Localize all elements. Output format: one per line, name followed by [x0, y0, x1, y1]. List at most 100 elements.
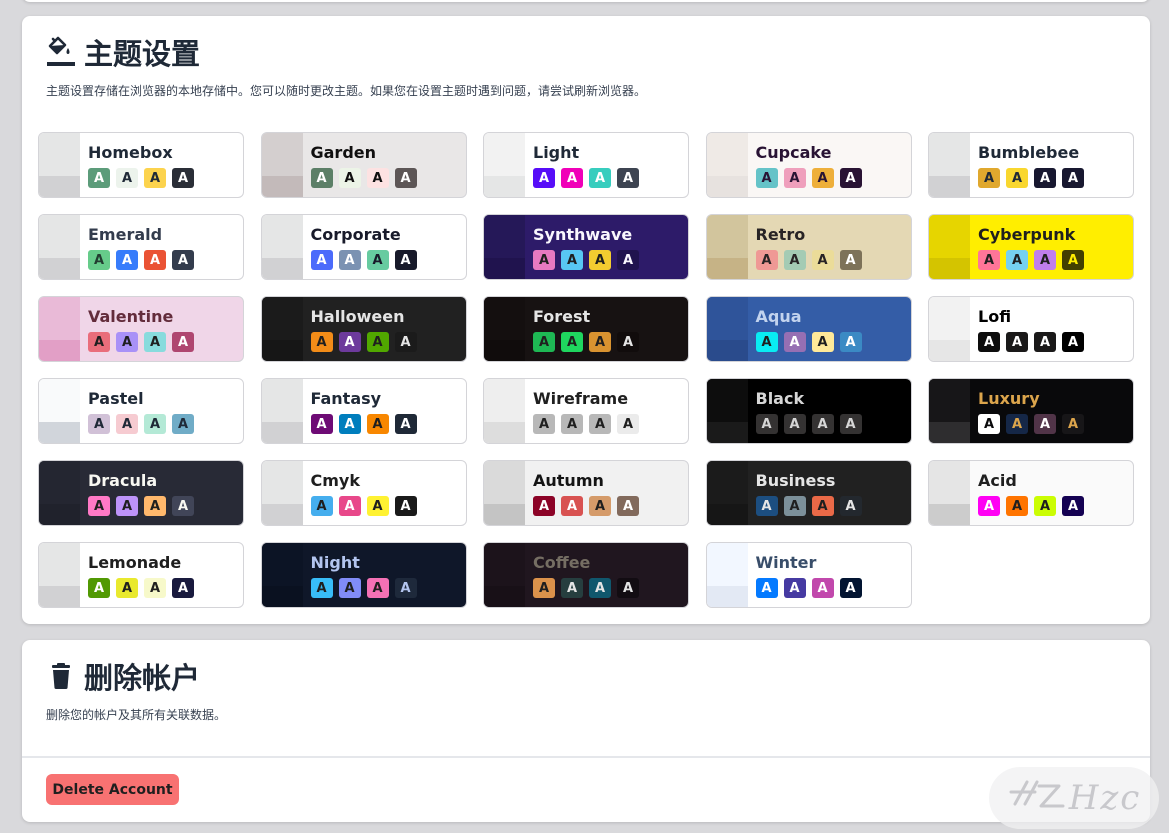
delete-account-header: 删除帐户 [46, 660, 200, 696]
theme-swatch: A [839, 578, 862, 598]
theme-option-lofi[interactable]: Lofi A A A A [928, 296, 1134, 362]
theme-option-luxury[interactable]: Luxury A A A A [928, 378, 1134, 444]
theme-name: Pastel [88, 389, 144, 408]
theme-name: Retro [755, 225, 806, 244]
theme-name: Bumblebee [978, 143, 1080, 162]
theme-swatch: A [338, 414, 361, 434]
theme-preview-strip [929, 133, 970, 197]
theme-option-synthwave[interactable]: Synthwave A A A A [483, 214, 689, 280]
theme-swatch: A [1062, 168, 1084, 188]
theme-name: Garden [310, 143, 377, 162]
theme-name: Coffee [533, 553, 591, 572]
theme-swatch: A [310, 578, 333, 598]
theme-swatch: A [310, 168, 333, 188]
theme-option-lemonade[interactable]: Lemonade A A A A [38, 542, 244, 608]
theme-swatch: A [116, 332, 138, 352]
theme-option-aqua[interactable]: Aqua A A A A [705, 296, 912, 362]
theme-option-homebox[interactable]: Homebox A A A A [38, 132, 244, 198]
theme-preview-strip [261, 297, 303, 361]
theme-swatch: A [1034, 496, 1056, 516]
theme-option-cmyk[interactable]: Cmyk A A A A [260, 460, 467, 526]
paint-bucket-icon [46, 36, 76, 72]
theme-swatches: AAAA [533, 496, 639, 516]
theme-option-acid[interactable]: Acid A A A A [928, 460, 1134, 526]
theme-preview-strip [261, 133, 303, 197]
theme-option-bumblebee[interactable]: Bumblebee A A A A [928, 132, 1134, 198]
theme-swatch: A [617, 332, 639, 352]
theme-option-emerald[interactable]: Emerald A A A A [38, 214, 244, 280]
theme-name: Synthwave [533, 225, 633, 244]
theme-swatch: A [338, 168, 361, 188]
theme-name: Lemonade [88, 553, 182, 572]
theme-swatch: A [839, 168, 862, 188]
theme-option-forest[interactable]: Forest A A A A [483, 296, 689, 362]
theme-swatch: A [839, 496, 862, 516]
theme-swatch: A [1006, 168, 1028, 188]
theme-option-halloween[interactable]: Halloween A A A A [260, 296, 467, 362]
theme-swatches: AAAA [533, 250, 639, 270]
theme-swatches: AAAA [533, 414, 639, 434]
theme-name: Lofi [978, 307, 1012, 326]
theme-swatch: A [1006, 414, 1028, 434]
theme-option-corporate[interactable]: Corporate A A A A [260, 214, 467, 280]
theme-swatch: A [839, 250, 862, 270]
theme-option-night[interactable]: Night A A A A [260, 542, 467, 608]
theme-option-cyberpunk[interactable]: Cyberpunk A A A A [928, 214, 1134, 280]
theme-name: Halloween [310, 307, 405, 326]
theme-swatch: A [338, 496, 361, 516]
theme-option-business[interactable]: Business A A A A [705, 460, 912, 526]
theme-swatch: A [561, 414, 583, 434]
theme-swatch: A [310, 414, 333, 434]
delete-account-button[interactable]: Delete Account [46, 774, 179, 805]
card-divider [22, 756, 1150, 758]
theme-swatches: AAAA [310, 332, 417, 352]
theme-swatch: A [1062, 332, 1084, 352]
theme-name: Cyberpunk [978, 225, 1076, 244]
watermark-text: Hzc [1068, 778, 1142, 818]
theme-preview-strip [261, 543, 303, 607]
theme-swatch: A [1034, 250, 1056, 270]
theme-swatches: AAAA [88, 168, 194, 188]
theme-swatch: A [978, 250, 1000, 270]
theme-option-dracula[interactable]: Dracula A A A A [38, 460, 244, 526]
theme-option-retro[interactable]: Retro A A A A [705, 214, 912, 280]
theme-swatch: A [88, 496, 110, 516]
theme-preview-strip [706, 133, 748, 197]
theme-option-cupcake[interactable]: Cupcake A A A A [705, 132, 912, 198]
theme-option-pastel[interactable]: Pastel A A A A [38, 378, 244, 444]
theme-option-winter[interactable]: Winter A A A A [705, 542, 912, 608]
theme-option-garden[interactable]: Garden A A A A [260, 132, 467, 198]
theme-swatch: A [338, 250, 361, 270]
theme-swatch: A [533, 496, 555, 516]
theme-option-light[interactable]: Light A A A A [483, 132, 689, 198]
theme-preview-strip [39, 133, 80, 197]
theme-swatch: A [589, 496, 611, 516]
theme-swatch: A [144, 332, 166, 352]
theme-name: Cmyk [310, 471, 360, 490]
watermark: Hzc [989, 767, 1159, 829]
theme-option-black[interactable]: Black A A A A [705, 378, 912, 444]
theme-preview-strip [39, 379, 80, 443]
theme-option-fantasy[interactable]: Fantasy A A A A [260, 378, 467, 444]
previous-card-edge [22, 0, 1150, 2]
theme-swatch: A [783, 250, 806, 270]
theme-swatches: AAAA [310, 168, 417, 188]
theme-name: Light [533, 143, 580, 162]
theme-swatches: AAAA [978, 332, 1084, 352]
theme-option-valentine[interactable]: Valentine A A A A [38, 296, 244, 362]
theme-swatch: A [1034, 168, 1056, 188]
theme-swatches: AAAA [310, 496, 417, 516]
theme-swatch: A [1006, 332, 1028, 352]
theme-swatch: A [617, 578, 639, 598]
theme-swatch: A [755, 414, 778, 434]
theme-swatches: AAAA [755, 250, 862, 270]
theme-option-autumn[interactable]: Autumn A A A A [483, 460, 689, 526]
theme-option-wireframe[interactable]: Wireframe A A A A [483, 378, 689, 444]
theme-name: Winter [755, 553, 817, 572]
theme-swatch: A [811, 168, 834, 188]
theme-name: Night [310, 553, 360, 572]
theme-swatch: A [144, 578, 166, 598]
theme-option-coffee[interactable]: Coffee A A A A [483, 542, 689, 608]
theme-swatches: AAAA [533, 168, 639, 188]
theme-swatch: A [172, 578, 194, 598]
